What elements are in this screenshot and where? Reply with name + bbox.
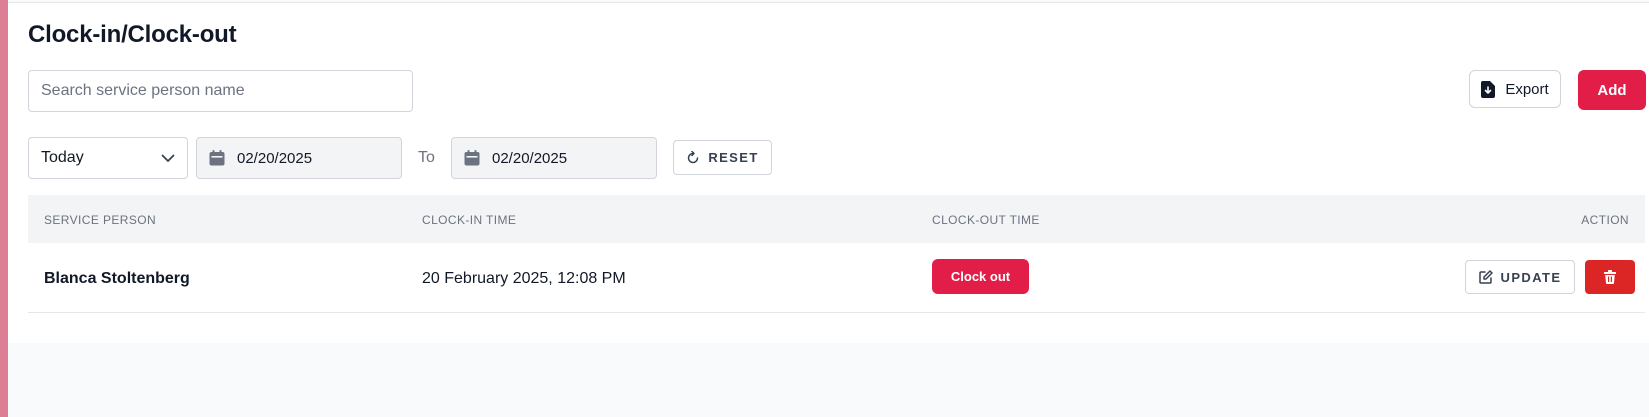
clock-out-button[interactable]: Clock out bbox=[932, 259, 1029, 294]
date-range-select[interactable]: Today bbox=[28, 137, 188, 179]
table-row: Blanca Stoltenberg 20 February 2025, 12:… bbox=[28, 243, 1645, 313]
to-label: To bbox=[418, 149, 435, 166]
search-input[interactable] bbox=[28, 70, 413, 112]
date-range-value: Today bbox=[41, 149, 84, 166]
date-to-value: 02/20/2025 bbox=[492, 149, 568, 167]
refresh-icon bbox=[686, 150, 700, 165]
left-accent-bar bbox=[0, 0, 8, 417]
reset-button[interactable]: RESET bbox=[673, 140, 772, 175]
trash-icon bbox=[1604, 270, 1616, 284]
column-header-service-person: SERVICE PERSON bbox=[44, 213, 157, 227]
add-button[interactable]: Add bbox=[1578, 70, 1646, 110]
calendar-icon bbox=[464, 150, 480, 166]
edit-icon bbox=[1478, 270, 1493, 284]
clock-table: SERVICE PERSON CLOCK-IN TIME CLOCK-OUT T… bbox=[28, 195, 1645, 313]
page-title: Clock-in/Clock-out bbox=[28, 21, 237, 48]
chevron-down-icon bbox=[161, 154, 175, 163]
file-download-icon bbox=[1481, 80, 1496, 98]
clock-in-time: 20 February 2025, 12:08 PM bbox=[422, 270, 626, 287]
update-label: UPDATE bbox=[1500, 269, 1562, 285]
table-header: SERVICE PERSON CLOCK-IN TIME CLOCK-OUT T… bbox=[28, 195, 1645, 243]
export-button[interactable]: Export bbox=[1469, 70, 1561, 108]
service-person-name: Blanca Stoltenberg bbox=[44, 270, 190, 287]
column-header-clock-in-time: CLOCK-IN TIME bbox=[422, 213, 517, 227]
date-to-field[interactable]: 02/20/2025 bbox=[451, 137, 657, 179]
date-from-field[interactable]: 02/20/2025 bbox=[196, 137, 402, 179]
export-label: Export bbox=[1505, 80, 1549, 98]
clock-panel: Clock-in/Clock-out Export Add Today bbox=[8, 2, 1649, 343]
calendar-icon bbox=[209, 150, 225, 166]
column-header-action: ACTION bbox=[1581, 213, 1629, 227]
reset-label: RESET bbox=[708, 150, 759, 165]
column-header-clock-out-time: CLOCK-OUT TIME bbox=[932, 213, 1040, 227]
update-button[interactable]: UPDATE bbox=[1465, 260, 1575, 294]
delete-button[interactable] bbox=[1585, 260, 1635, 294]
date-from-value: 02/20/2025 bbox=[237, 149, 313, 167]
